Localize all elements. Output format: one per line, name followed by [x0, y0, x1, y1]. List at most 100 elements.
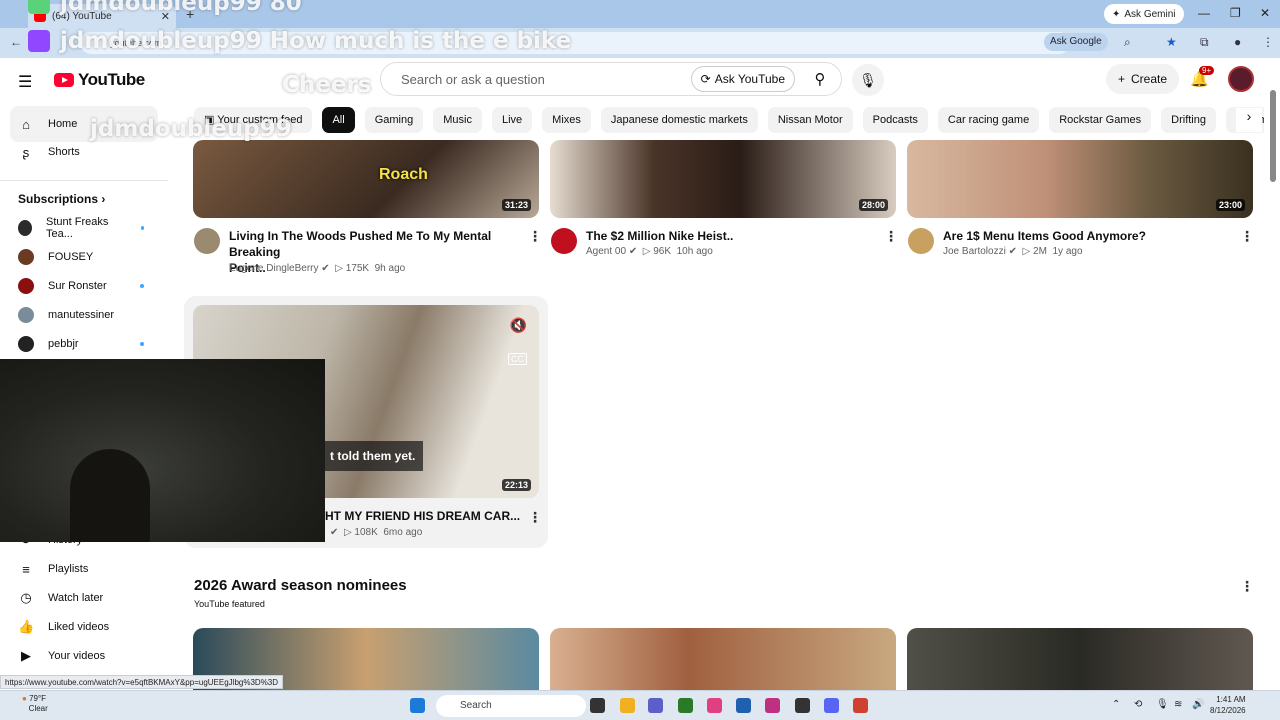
your-videos-icon: ▶	[21, 648, 31, 663]
new-content-dot	[140, 342, 144, 346]
bookmark-star-icon[interactable]: ★	[1166, 35, 1177, 49]
chip-nissan-motor[interactable]: Nissan Motor	[767, 107, 853, 133]
search-icon[interactable]: ⚲	[803, 70, 837, 88]
new-tab-button[interactable]: +	[186, 6, 194, 22]
back-icon[interactable]: ←	[10, 35, 22, 49]
ask-youtube-label: Ask YouTube	[714, 72, 785, 86]
copilot-icon[interactable]	[707, 698, 722, 713]
zoom-icon[interactable]: ⌕	[1124, 35, 1131, 50]
chevron-right-icon: ›	[101, 192, 106, 206]
chrome-icon[interactable]	[853, 698, 868, 713]
chip-car-racing-game[interactable]: Car racing game	[937, 107, 1040, 133]
video-thumbnail[interactable]: Roach 31:23	[193, 140, 539, 218]
profile-icon[interactable]: ●	[1234, 35, 1241, 49]
video-thumbnail[interactable]: 23:00	[907, 140, 1253, 218]
shorts-icon: ʂ	[22, 144, 30, 160]
chevron-right-icon[interactable]: ›	[1236, 108, 1262, 132]
more-options-icon[interactable]: ⋮	[1240, 578, 1254, 595]
guide-menu-icon[interactable]: ☰	[18, 72, 32, 92]
chip-music[interactable]: Music	[433, 107, 482, 133]
search-box[interactable]: Search or ask a question ⟳ Ask YouTube ⚲	[380, 62, 842, 96]
video-title[interactable]: HT MY FRIEND HIS DREAM CAR...	[325, 508, 525, 524]
ask-gemini-button[interactable]: ✦ Ask Gemini	[1104, 4, 1184, 24]
more-options-icon[interactable]: ⋮	[884, 228, 898, 245]
video-title[interactable]: Are 1$ Menu Items Good Anymore?	[943, 228, 1239, 244]
weather-widget[interactable]: ● 79°F Clear	[22, 694, 48, 714]
youtube-logo[interactable]: YouTube	[54, 70, 145, 90]
close-window-icon[interactable]: ✕	[1260, 6, 1270, 20]
avatar[interactable]	[551, 228, 577, 254]
subscriptions-heading[interactable]: Subscriptions ›	[18, 192, 105, 206]
instagram-icon[interactable]	[765, 698, 780, 713]
sidebar-label: Sur Ronster	[48, 280, 107, 292]
chip-gaming[interactable]: Gaming	[364, 107, 424, 133]
video-thumbnail[interactable]	[907, 628, 1253, 690]
nvidia-icon[interactable]	[678, 698, 693, 713]
extensions-icon[interactable]: ⧉	[1200, 35, 1209, 50]
mute-icon[interactable]: 🔇	[510, 317, 527, 334]
account-avatar[interactable]	[1228, 66, 1254, 92]
taskbar-search[interactable]: Search	[436, 695, 586, 717]
search-input[interactable]: Search or ask a question	[381, 72, 691, 87]
sidebar-label: Playlists	[48, 563, 89, 575]
maximize-icon[interactable]: ❐	[1230, 6, 1241, 20]
more-options-icon[interactable]: ⋮	[1240, 228, 1254, 245]
chip-japanese-domestic-markets[interactable]: Japanese domestic markets	[600, 107, 758, 133]
sidebar-item-your-videos[interactable]: ▶ Your videos	[10, 638, 158, 674]
chip-drifting[interactable]: Drifting	[1161, 107, 1216, 133]
minimize-icon[interactable]: —	[1198, 6, 1210, 20]
teams-icon[interactable]	[648, 698, 663, 713]
chip-rockstar-games[interactable]: Rockstar Games	[1049, 107, 1152, 133]
microphone-icon[interactable]: 🎙	[852, 64, 884, 96]
chip-mixes[interactable]: Mixes	[542, 107, 591, 133]
section-title: 2026 Award season nominees	[194, 577, 407, 594]
tab-close-icon[interactable]: ✕	[161, 10, 170, 23]
section-subtitle: YouTube featured	[194, 599, 265, 609]
sidebar-item-shorts[interactable]: ʂ Shorts	[10, 134, 158, 170]
page-scrollbar[interactable]	[1270, 90, 1276, 182]
omnibox[interactable]: youtube.com	[80, 32, 1070, 54]
more-options-icon[interactable]: ⋮	[528, 509, 542, 526]
browser-tab[interactable]: (64) YouTube ✕	[28, 4, 176, 28]
upload-age: 9h ago	[374, 263, 406, 274]
task-view-icon[interactable]	[590, 698, 605, 713]
channel-name[interactable]: Eugene DingleBerry	[229, 263, 319, 274]
duration-badge: 22:13	[501, 479, 531, 491]
closed-captions-icon[interactable]: CC	[508, 353, 527, 365]
avatar[interactable]	[194, 228, 220, 254]
store-icon[interactable]	[736, 698, 751, 713]
discord-icon[interactable]	[824, 698, 839, 713]
avatar[interactable]	[908, 228, 934, 254]
more-options-icon[interactable]: ⋮	[528, 228, 542, 245]
ask-youtube-button[interactable]: ⟳ Ask YouTube	[690, 66, 795, 92]
chip-custom-feed[interactable]: ▣ Your custom feed	[194, 107, 313, 133]
chip-all[interactable]: All	[322, 107, 355, 133]
notifications-bell-icon[interactable]: 🔔 9+	[1190, 66, 1215, 88]
upload-age: 10h ago	[676, 246, 713, 257]
browser-menu-icon[interactable]: ⋮	[1262, 35, 1274, 49]
file-explorer-icon[interactable]	[620, 698, 635, 713]
ask-google-button[interactable]: Ask Google	[1044, 33, 1108, 51]
sync-icon[interactable]: ⟲	[1134, 699, 1142, 710]
start-windows-icon[interactable]	[410, 698, 425, 713]
video-title[interactable]: The $2 Million Nike Heist..	[586, 228, 882, 244]
chip-podcasts[interactable]: Podcasts	[862, 107, 928, 133]
video-thumbnail[interactable]	[550, 628, 896, 690]
video-meta: ✔ ▷ 108K 6mo ago	[330, 527, 423, 538]
chip-live[interactable]: Live	[491, 107, 533, 133]
volume-icon[interactable]: 🔊	[1192, 699, 1204, 710]
channel-name[interactable]: Agent 00	[586, 246, 626, 257]
sidebar-sub-4[interactable]: pebbjr	[10, 326, 158, 362]
wifi-icon[interactable]: ≋	[1174, 699, 1182, 710]
tray-chevron-icon[interactable]: ⌃	[1112, 699, 1120, 710]
channel-name[interactable]: Joe Bartolozzi	[943, 246, 1006, 257]
chip-label: Your custom feed	[217, 114, 303, 126]
youtube-play-icon	[54, 73, 74, 87]
system-clock[interactable]: 1:41 AM 8/12/2026	[1210, 694, 1246, 716]
ask-spark-icon: ⟳	[700, 72, 711, 86]
mic-tray-icon[interactable]: 🎙	[1156, 699, 1169, 710]
app-icon[interactable]	[795, 698, 810, 713]
avatar	[18, 307, 34, 323]
create-button[interactable]: + Create	[1106, 64, 1180, 94]
video-thumbnail[interactable]: 28:00	[550, 140, 896, 218]
